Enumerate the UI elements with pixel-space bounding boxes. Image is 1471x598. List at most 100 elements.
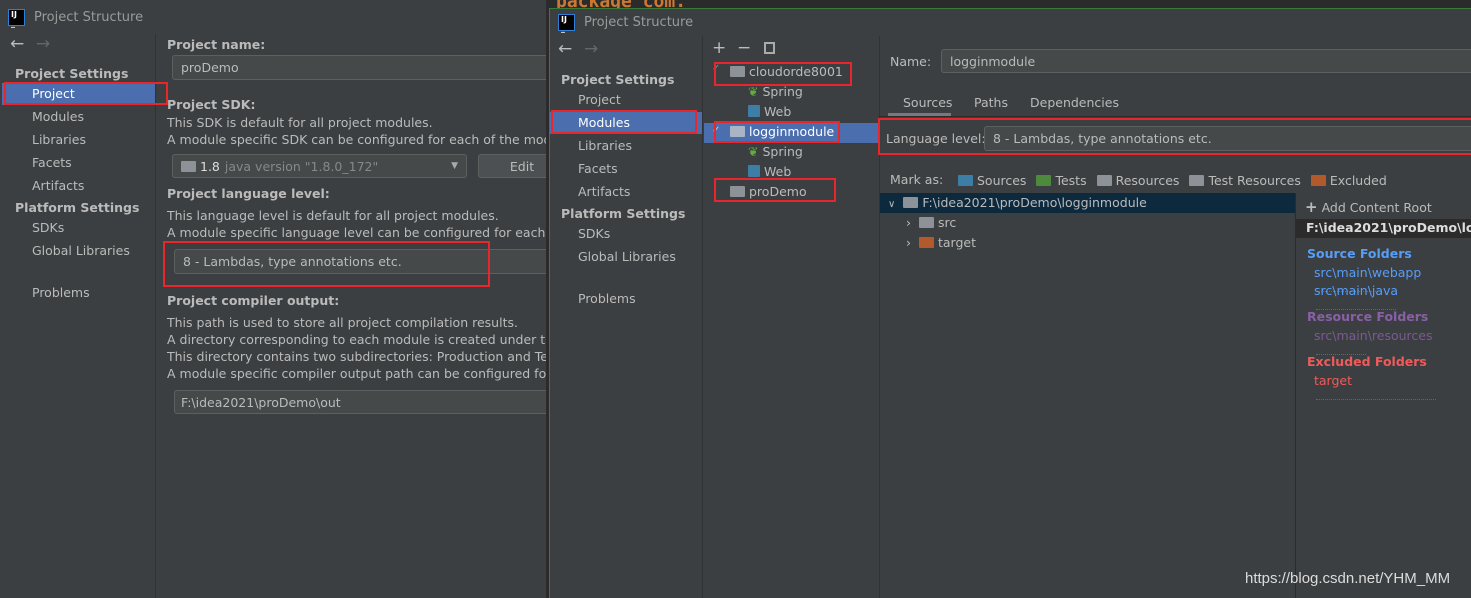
mark-test-resources-button[interactable]: Test Resources: [1189, 173, 1301, 188]
folder-icon: [903, 197, 919, 208]
tab-paths[interactable]: Paths: [974, 95, 1008, 110]
chevron-right-icon: ›: [906, 215, 911, 230]
mark-label: Excluded: [1329, 173, 1387, 188]
folder-name: src: [938, 215, 957, 230]
sdk-version: 1.8: [200, 158, 220, 174]
sidebar-item-facets[interactable]: Facets: [550, 158, 702, 180]
folder-path: target: [1314, 373, 1353, 388]
chevron-down-icon: ▼: [451, 161, 458, 171]
highlight-box: [878, 118, 1471, 155]
sidebar-item-artifacts[interactable]: Artifacts: [550, 181, 702, 203]
sidebar-item-problems[interactable]: Problems: [550, 288, 702, 310]
section-project-settings: Project Settings: [15, 66, 129, 81]
sidebar-item-sdks[interactable]: SDKs: [2, 217, 155, 239]
mark-as-label: Mark as:: [890, 172, 944, 187]
mark-as-toolbar: Sources Tests Resources Test Resources E…: [958, 173, 1387, 188]
tree-row-src[interactable]: › src: [906, 215, 956, 230]
name-label: Name:: [890, 54, 932, 69]
plus-icon: +: [1305, 198, 1318, 216]
project-name-label: Project name:: [167, 37, 266, 52]
add-content-root-button[interactable]: + Add Content Root: [1305, 198, 1432, 216]
lang-description-2: A module specific language level can be …: [167, 225, 546, 240]
tree-root-path: F:\idea2021\proDemo\logginmodule: [922, 195, 1147, 210]
facet-name: Web: [764, 104, 792, 119]
facet-name: Spring: [762, 144, 803, 159]
folder-icon: [919, 217, 934, 228]
sdk-detail: java version "1.8.0_172": [224, 158, 379, 174]
sidebar-item-libraries[interactable]: Libraries: [2, 129, 155, 151]
project-sdk-label: Project SDK:: [167, 97, 256, 112]
copy-module-icon[interactable]: [764, 42, 775, 54]
sidebar-item-artifacts[interactable]: Artifacts: [2, 175, 155, 197]
output-description-4: A module specific compiler output path c…: [167, 366, 546, 381]
back-arrow-icon[interactable]: ←: [10, 34, 24, 54]
mark-resources-button[interactable]: Resources: [1096, 173, 1179, 188]
sdk-dropdown[interactable]: 1.8 java version "1.8.0_172" ▼: [172, 154, 467, 178]
sdk-folder-icon: [181, 160, 196, 172]
title-bar: IJ _ Project Structure: [0, 0, 546, 34]
highlight-box: [714, 178, 836, 202]
left-project-structure-window: IJ _ Project Structure ← → Project Setting…: [0, 0, 546, 598]
excluded-folder-icon: [1310, 175, 1326, 186]
resources-folder-icon: [1096, 175, 1112, 186]
add-content-root-label: Add Content Root: [1321, 200, 1432, 215]
folder-path: src\main\java: [1314, 283, 1399, 298]
excluded-folder-item[interactable]: target: [1314, 373, 1471, 403]
mark-sources-button[interactable]: Sources: [958, 173, 1026, 188]
compiler-output-path-input[interactable]: F:\idea2021\proDemo\out: [174, 390, 546, 414]
facet-item[interactable]: Web: [748, 164, 791, 179]
chevron-down-icon: ∨: [888, 199, 896, 210]
facet-item[interactable]: Web: [748, 104, 791, 119]
chevron-right-icon: ›: [906, 235, 911, 250]
output-description: This path is used to store all project c…: [167, 315, 518, 330]
source-folders-heading: Source Folders: [1307, 246, 1412, 261]
sidebar-item-global-libraries[interactable]: Global Libraries: [550, 246, 702, 268]
sidebar-item-facets[interactable]: Facets: [2, 152, 155, 174]
sidebar-item-sdks[interactable]: SDKs: [550, 223, 702, 245]
module-name-input[interactable]: logginmodule: [941, 49, 1471, 73]
window-title: Project Structure: [34, 9, 144, 25]
highlight-box: [714, 62, 852, 86]
tree-row-target[interactable]: › target: [906, 235, 976, 250]
highlight-box: [4, 82, 168, 105]
section-platform-settings: Platform Settings: [15, 200, 140, 215]
section-platform-settings: Platform Settings: [561, 206, 686, 221]
excluded-folders-heading: Excluded Folders: [1307, 354, 1427, 369]
sidebar-item-problems[interactable]: Problems: [2, 282, 155, 304]
title-bar: IJ _ Project Structure: [550, 9, 1471, 36]
tests-folder-icon: [1036, 175, 1052, 186]
mark-tests-button[interactable]: Tests: [1036, 173, 1087, 188]
facet-name: Spring: [762, 84, 803, 99]
add-module-icon[interactable]: +: [712, 38, 726, 58]
sidebar-item-modules[interactable]: Modules: [2, 106, 155, 128]
highlight-box: [163, 241, 490, 287]
intellij-logo-icon: IJ _: [8, 8, 25, 28]
remove-module-icon[interactable]: −: [737, 38, 751, 58]
sidebar: ← → Project Settings Project Modules Lib…: [2, 34, 156, 598]
web-facet-icon: [748, 105, 760, 117]
sidebar-item-global-libraries[interactable]: Global Libraries: [2, 240, 155, 262]
highlight-box: [551, 110, 697, 134]
content-root-tree-row[interactable]: ∨ F:\idea2021\proDemo\logginmodule: [880, 193, 1296, 213]
mark-excluded-button[interactable]: Excluded: [1310, 173, 1387, 188]
language-level-label: Project language level:: [167, 186, 330, 201]
tab-sources[interactable]: Sources: [903, 95, 952, 110]
facet-item[interactable]: ❦ Spring: [748, 84, 803, 99]
back-arrow-icon[interactable]: ←: [558, 39, 572, 59]
edit-sdk-button[interactable]: Edit: [478, 154, 546, 178]
window-title: Project Structure: [584, 15, 694, 30]
content-root-header: F:\idea2021\proDemo\logginmodule: [1296, 219, 1471, 238]
facet-item[interactable]: ❦ Spring: [748, 144, 803, 159]
mark-label: Sources: [977, 173, 1027, 188]
forward-arrow-icon[interactable]: →: [36, 34, 50, 54]
tab-dependencies[interactable]: Dependencies: [1030, 95, 1119, 110]
facet-name: Web: [764, 164, 792, 179]
compiler-output-label: Project compiler output:: [167, 293, 340, 308]
sidebar-item-libraries[interactable]: Libraries: [550, 135, 702, 157]
watermark: https://blog.csdn.net/YHM_MM: [1245, 570, 1451, 587]
sidebar-item-project[interactable]: Project: [550, 89, 702, 111]
lang-description: This language level is default for all p…: [167, 208, 499, 223]
forward-arrow-icon[interactable]: →: [584, 39, 598, 59]
project-name-input[interactable]: proDemo: [172, 55, 546, 80]
mark-label: Tests: [1055, 173, 1087, 188]
